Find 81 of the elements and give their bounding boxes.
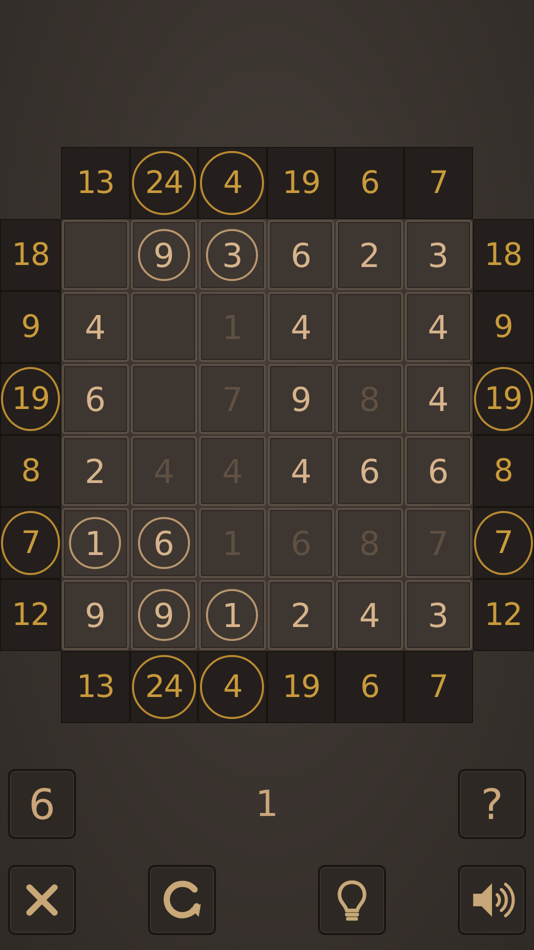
grid-cell[interactable] xyxy=(130,292,198,362)
clue-number: 4 xyxy=(200,655,264,719)
clue-number: 19 xyxy=(474,367,533,431)
clue-number: 18 xyxy=(10,236,50,275)
grid-cell[interactable]: 6 xyxy=(130,508,198,578)
cell-number: 4 xyxy=(290,450,313,492)
clue-number: 9 xyxy=(20,308,41,347)
cell-number: 9 xyxy=(138,229,190,281)
grid-cell[interactable]: 9 xyxy=(62,580,129,650)
grid-cell[interactable]: 2 xyxy=(62,436,129,506)
grid-cell[interactable]: 4 xyxy=(404,364,472,434)
close-button[interactable] xyxy=(8,865,76,935)
cell-number: 3 xyxy=(426,234,450,276)
cell-number: 2 xyxy=(84,450,107,492)
clue-number: 6 xyxy=(359,668,380,707)
clue-number: 24 xyxy=(132,655,196,719)
clue-number: 7 xyxy=(428,164,449,203)
cell-number: 4 xyxy=(84,306,107,348)
clue-number: 19 xyxy=(1,367,60,431)
cell-number: 6 xyxy=(426,450,450,492)
clue-number: 4 xyxy=(200,151,264,215)
clue-number: 7 xyxy=(1,511,60,575)
cell-number: 4 xyxy=(426,306,450,348)
grid-cell[interactable]: 6 xyxy=(336,436,403,506)
cell-number: 4 xyxy=(290,306,313,348)
clue-number: 13 xyxy=(76,164,116,203)
cell-number: 6 xyxy=(138,517,190,569)
grid-cell[interactable]: 9 xyxy=(130,220,198,290)
clue-number: 24 xyxy=(132,151,196,215)
clue-number: 8 xyxy=(492,452,514,491)
clue-number: 7 xyxy=(428,668,449,707)
clue-number: 12 xyxy=(10,596,50,635)
grid-cell[interactable]: 4 xyxy=(268,436,334,506)
grid-cell[interactable]: 3 xyxy=(404,580,472,650)
size-button[interactable]: 6 xyxy=(8,769,76,839)
clue-number: 18 xyxy=(483,236,523,275)
hint-button[interactable] xyxy=(318,865,386,935)
cell-number: 1 xyxy=(206,589,258,641)
cell-number: 9 xyxy=(138,589,190,641)
grid-cell[interactable]: 4 xyxy=(336,580,403,650)
clue-number: 6 xyxy=(359,164,380,203)
grid-cell[interactable]: 9 xyxy=(268,364,334,434)
grid-cell[interactable] xyxy=(62,220,129,290)
clue-number: 8 xyxy=(20,452,41,491)
restart-button[interactable] xyxy=(148,865,216,935)
grid-cell[interactable]: 3 xyxy=(404,220,472,290)
grid-cell[interactable]: 4 xyxy=(404,292,472,362)
grid-cell[interactable]: 4 xyxy=(268,292,334,362)
cell-number: 2 xyxy=(358,234,382,276)
grid-cell[interactable]: 6 xyxy=(268,220,334,290)
move-counter: 1 xyxy=(256,784,278,824)
grid-cell[interactable] xyxy=(336,292,403,362)
cell-number: 4 xyxy=(426,378,450,420)
cell-number: 6 xyxy=(290,234,313,276)
grid-cell[interactable]: 1 xyxy=(199,580,266,650)
cell-number: 9 xyxy=(84,594,107,636)
cell-number: 6 xyxy=(358,450,382,492)
cell-number: 6 xyxy=(84,378,107,420)
clue-number: 12 xyxy=(483,596,523,635)
grid-cell[interactable]: 6 xyxy=(404,436,472,506)
grid-cell[interactable]: 2 xyxy=(336,220,403,290)
clue-number: 9 xyxy=(492,308,514,347)
grid-cell[interactable]: 1 xyxy=(62,508,129,578)
clue-number: 7 xyxy=(474,511,533,575)
cell-number: 4 xyxy=(358,594,382,636)
grid-cell[interactable]: 9 xyxy=(130,580,198,650)
cell-number: 2 xyxy=(290,594,313,636)
cell-number: 1 xyxy=(69,517,122,569)
sound-button[interactable] xyxy=(458,865,526,935)
cell-number: 9 xyxy=(290,378,313,420)
grid-cell[interactable]: 3 xyxy=(199,220,266,290)
grid-cell[interactable] xyxy=(130,364,198,434)
help-button[interactable]: ? xyxy=(458,769,526,839)
clue-number: 19 xyxy=(281,164,321,203)
grid-cell[interactable]: 4 xyxy=(62,292,129,362)
clue-number: 19 xyxy=(281,668,321,707)
grid-cell[interactable]: 2 xyxy=(268,580,334,650)
cell-number: 3 xyxy=(206,229,258,281)
grid-cell[interactable]: 6 xyxy=(62,364,129,434)
clue-number: 13 xyxy=(76,668,116,707)
cell-number: 3 xyxy=(426,594,450,636)
